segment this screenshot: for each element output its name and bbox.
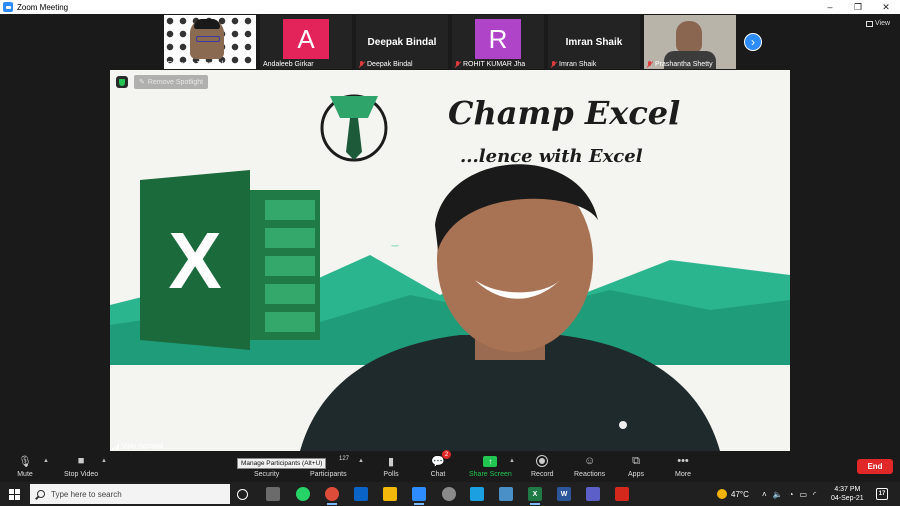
end-meeting-button[interactable]: End xyxy=(857,459,893,474)
search-icon xyxy=(37,490,45,498)
calculator-icon[interactable] xyxy=(266,487,280,501)
more-button[interactable]: ••• More xyxy=(675,454,691,482)
zoom-taskbar-icon[interactable] xyxy=(412,487,426,505)
app-icon[interactable] xyxy=(442,487,456,501)
ellipsis-icon: ••• xyxy=(677,455,689,467)
participants-options-caret[interactable]: ▲ xyxy=(358,458,364,464)
participant-video xyxy=(190,19,224,59)
task-view-icon[interactable] xyxy=(237,489,248,500)
stop-video-button[interactable]: ■ Stop Video xyxy=(64,454,98,482)
shield-icon xyxy=(116,76,128,88)
mute-button[interactable]: 🎙 Mute xyxy=(17,454,33,482)
participant-name: Andaleeb Girkar xyxy=(263,61,314,68)
chat-bubble-icon: 💬 2 xyxy=(430,450,451,468)
mic-muted-icon xyxy=(359,61,365,68)
speaker-video: X Champ Excel ...lence with Excel ✎ Remov… xyxy=(110,70,790,451)
excel-taskbar-icon[interactable]: X xyxy=(528,487,542,505)
app-icon[interactable] xyxy=(499,487,513,501)
chat-unread-badge: 2 xyxy=(442,450,451,459)
participant-tile[interactable]: Imran Shaik Imran Shaik xyxy=(548,15,640,69)
excel-letter: X xyxy=(168,216,221,305)
mic-muted-icon xyxy=(647,61,653,68)
participant-tile[interactable]: A Andaleeb Girkar xyxy=(260,15,352,69)
chevron-up-icon[interactable]: ˄ xyxy=(762,490,767,499)
windows-start-icon[interactable] xyxy=(9,489,20,500)
notifications-button[interactable]: 17 xyxy=(876,488,888,500)
participants-tooltip: Manage Participants (Alt+U) xyxy=(237,458,327,469)
sun-icon xyxy=(717,489,727,499)
chat-button[interactable]: 💬 2 Chat xyxy=(430,450,451,482)
participant-name: Imran Shaik xyxy=(551,61,596,68)
participant-tile[interactable]: R ROHIT KUMAR Jha xyxy=(452,15,544,69)
wifi-icon[interactable]: ◜ xyxy=(813,490,816,499)
teams-taskbar-icon[interactable] xyxy=(586,487,600,501)
maximize-button[interactable]: ❐ xyxy=(844,0,872,14)
participant-display-name: Deepak Bindal xyxy=(367,37,437,48)
system-clock[interactable]: 4:37 PM 04-Sep-21 xyxy=(831,485,864,503)
participant-avatar: A xyxy=(283,19,329,59)
speaker-icon[interactable]: 🔈 xyxy=(773,490,783,499)
file-explorer-icon[interactable] xyxy=(383,487,397,501)
participant-name: ROHIT KUMAR Jha xyxy=(455,61,525,68)
share-options-caret[interactable]: ▲ xyxy=(509,458,515,464)
zoom-app-icon xyxy=(3,2,13,12)
window-titlebar: Zoom Meeting – ❐ ✕ xyxy=(0,0,900,14)
speaker-figure xyxy=(300,164,720,451)
apps-icon: ⧉ xyxy=(632,454,640,467)
participant-tile[interactable]: Gyanesh Tibrewal xyxy=(164,15,256,69)
microphone-icon: 🎙 xyxy=(18,455,32,468)
grid-icon xyxy=(866,20,873,27)
reactions-button[interactable]: ☺ Reactions xyxy=(574,454,605,482)
brand-title: Champ Excel xyxy=(448,94,681,132)
acrobat-taskbar-icon[interactable] xyxy=(615,487,629,501)
participant-name: Deepak Bindal xyxy=(359,61,413,68)
apps-button[interactable]: ⧉ Apps xyxy=(628,454,644,482)
system-tray: ˄ 🔈 ◔ ▭ ◜ xyxy=(762,482,816,506)
bar-chart-icon: ▮ xyxy=(387,455,395,468)
outlook-icon[interactable] xyxy=(354,487,368,501)
video-options-caret[interactable]: ▲ xyxy=(101,458,107,464)
record-icon xyxy=(534,454,550,468)
chrome-icon[interactable] xyxy=(325,487,339,505)
window-controls: – ❐ ✕ xyxy=(816,0,900,14)
polls-button[interactable]: ▮ Polls xyxy=(383,454,399,482)
next-page-button[interactable]: › xyxy=(744,33,762,51)
participant-name: Prashantha Shetty xyxy=(647,61,713,68)
participant-tile[interactable]: Deepak Bindal Deepak Bindal xyxy=(356,15,448,69)
participant-name: Gyanesh Tibrewal xyxy=(167,61,224,68)
windows-taskbar: Type here to search X W 47°C ˄ 🔈 ◔ ▭ ◜ 4… xyxy=(0,482,900,506)
participant-tile[interactable]: Prashantha Shetty xyxy=(644,15,736,69)
participant-display-name: Imran Shaik xyxy=(565,37,623,48)
close-button[interactable]: ✕ xyxy=(872,0,900,14)
battery-icon[interactable]: ▭ xyxy=(799,490,807,499)
meeting-toolbar: 🎙 Mute ▲ ■ Stop Video ▲ Security Manage … xyxy=(0,450,900,482)
whatsapp-icon[interactable] xyxy=(296,487,310,501)
network-icon[interactable]: ◔ xyxy=(789,490,794,499)
view-button[interactable]: View xyxy=(866,20,890,27)
store-icon[interactable] xyxy=(470,487,484,501)
minimize-button[interactable]: – xyxy=(816,0,844,14)
camera-icon: ■ xyxy=(77,455,85,467)
remove-spotlight-button[interactable]: ✎ Remove Spotlight xyxy=(134,75,209,89)
audio-options-caret[interactable]: ▲ xyxy=(43,458,49,464)
smiley-icon: ☺ xyxy=(583,455,596,467)
gallery-strip: Gyanesh Tibrewal A Andaleeb Girkar Deepa… xyxy=(0,14,900,70)
record-button[interactable]: Record xyxy=(531,454,554,482)
mic-muted-icon xyxy=(455,61,461,68)
share-screen-icon: ↑ xyxy=(482,454,498,468)
pin-icon: ✎ xyxy=(139,79,145,86)
mic-muted-icon xyxy=(551,61,557,68)
taskbar-search-input[interactable]: Type here to search xyxy=(30,484,230,504)
signal-icon xyxy=(112,443,119,450)
participant-avatar: R xyxy=(475,19,521,59)
participants-count: 127 xyxy=(339,456,350,462)
weather-widget[interactable]: 47°C xyxy=(717,482,749,506)
word-taskbar-icon[interactable]: W xyxy=(557,487,571,501)
share-screen-button[interactable]: ↑ Share Screen xyxy=(469,454,512,482)
window-title: Zoom Meeting xyxy=(17,2,69,12)
speaker-name-label: Vijay Agarwal xyxy=(112,443,163,450)
